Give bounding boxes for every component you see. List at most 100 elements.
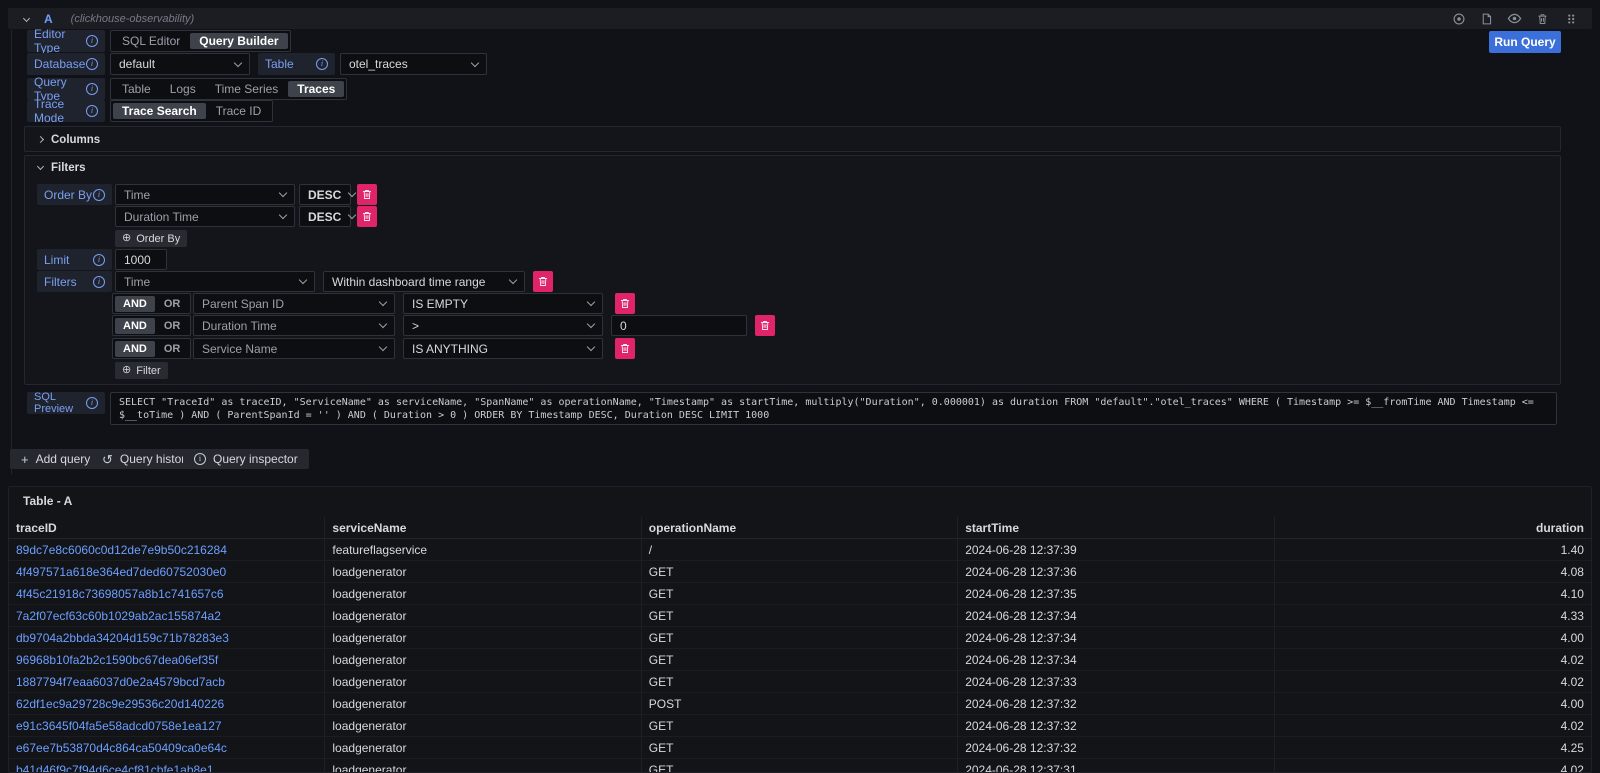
remove-filter-button[interactable]	[755, 315, 775, 336]
filter-field-select[interactable]: Time	[115, 271, 315, 292]
filter-value-input[interactable]: 0	[611, 315, 747, 336]
filter-field-select[interactable]: Parent Span ID	[193, 293, 395, 314]
operation-name-cell: GET	[642, 561, 958, 582]
operation-name-cell: GET	[642, 759, 958, 773]
table-panel: Table - A traceID serviceName operationN…	[8, 486, 1592, 773]
plus-circle-icon: ⊕	[122, 365, 131, 376]
filter-operator-select[interactable]: IS ANYTHING	[403, 338, 603, 359]
filter-field-select[interactable]: Service Name	[193, 338, 395, 359]
column-header-operationname[interactable]: operationName	[642, 517, 958, 538]
duration-cell: 4.00	[1275, 693, 1591, 714]
start-time-cell: 2024-06-28 12:37:36	[958, 561, 1274, 582]
order-by-field-select[interactable]: Time	[115, 184, 295, 205]
duration-cell: 1.40	[1275, 539, 1591, 560]
info-icon: i	[86, 83, 98, 95]
conjunction-or[interactable]: OR	[156, 296, 189, 312]
record-circle-icon[interactable]	[1451, 11, 1466, 26]
operation-name-cell: /	[642, 539, 958, 560]
start-time-cell: 2024-06-28 12:37:34	[958, 649, 1274, 670]
filter-field-select[interactable]: Duration Time	[193, 315, 395, 336]
limit-label: Limit i	[37, 249, 112, 270]
trace-id-link[interactable]: b41d46f9c7f94d6ce4cf81cbfe1ab8e1	[9, 759, 325, 773]
trace-id-link[interactable]: 62df1ec9a29728c9e29536c20d140226	[9, 693, 325, 714]
service-name-cell: loadgenerator	[325, 649, 641, 670]
conjunction-and[interactable]: AND	[115, 318, 155, 334]
trace-id-link[interactable]: e91c3645f04fa5e58adcd0758e1ea127	[9, 715, 325, 736]
remove-filter-button[interactable]	[533, 271, 553, 292]
query-type-time-series[interactable]: Time Series	[206, 81, 288, 97]
trace-id-link[interactable]: e67ee7b53870d4c864ca50409ca0e64c	[9, 737, 325, 758]
chevron-down-icon	[587, 320, 595, 328]
collapse-chevron-icon[interactable]	[23, 15, 30, 22]
filter-condition-select[interactable]: Within dashboard time range	[323, 271, 525, 292]
chevron-down-icon	[348, 211, 356, 219]
add-filter-button[interactable]: ⊕ Filter	[115, 362, 168, 379]
chevron-down-icon[interactable]	[37, 163, 44, 170]
table-row: e67ee7b53870d4c864ca50409ca0e64c loadgen…	[9, 737, 1591, 759]
trace-id-link[interactable]: 4f497571a618e364ed7ded60752030e0	[9, 561, 325, 582]
add-order-by-button[interactable]: ⊕ Order By	[115, 230, 187, 247]
table-select[interactable]: otel_traces	[340, 53, 487, 75]
order-by-direction-select[interactable]: DESC	[299, 206, 351, 227]
remove-order-by-button[interactable]	[357, 206, 377, 227]
database-select[interactable]: default	[110, 53, 250, 75]
info-icon: i	[194, 453, 206, 465]
table-row: 7a2f07ecf63c60b1029ab2ac155874a2 loadgen…	[9, 605, 1591, 627]
trace-mode-trace-id[interactable]: Trace ID	[207, 103, 271, 119]
start-time-cell: 2024-06-28 12:37:32	[958, 715, 1274, 736]
trash-icon[interactable]	[1535, 11, 1550, 26]
conjunction-or[interactable]: OR	[156, 341, 189, 357]
chevron-down-icon	[471, 58, 479, 66]
add-query-button[interactable]: + Add query	[10, 449, 101, 469]
chevron-down-icon	[234, 58, 242, 66]
trace-id-link[interactable]: 1887794f7eaa6037d0e2a4579bcd7acb	[9, 671, 325, 692]
remove-filter-button[interactable]	[615, 293, 635, 314]
trace-id-link[interactable]: 89dc7e8c6060c0d12de7e9b50c216284	[9, 539, 325, 560]
editor-type-sql-editor[interactable]: SQL Editor	[113, 33, 189, 49]
query-type-table[interactable]: Table	[113, 81, 160, 97]
query-inspector-button[interactable]: i Query inspector	[183, 449, 309, 469]
conjunction-and[interactable]: AND	[115, 341, 155, 357]
trace-id-link[interactable]: 96968b10fa2b2c1590bc67dea06ef35f	[9, 649, 325, 670]
filters-section-title[interactable]: Filters	[51, 162, 86, 174]
conjunction-or[interactable]: OR	[156, 318, 189, 334]
history-icon: ↺	[102, 453, 113, 466]
service-name-cell: loadgenerator	[325, 561, 641, 582]
run-query-button[interactable]: Run Query	[1489, 31, 1561, 53]
filter-operator-select[interactable]: IS EMPTY	[403, 293, 603, 314]
query-type-traces[interactable]: Traces	[288, 81, 344, 97]
column-header-servicename[interactable]: serviceName	[325, 517, 641, 538]
service-name-cell: loadgenerator	[325, 715, 641, 736]
eye-icon[interactable]	[1507, 11, 1522, 26]
limit-input[interactable]: 1000	[115, 249, 167, 270]
table-row: 4f497571a618e364ed7ded60752030e0 loadgen…	[9, 561, 1591, 583]
order-by-field-select[interactable]: Duration Time	[115, 206, 295, 227]
remove-order-by-button[interactable]	[357, 184, 377, 205]
duplicate-document-icon[interactable]	[1479, 11, 1494, 26]
service-name-cell: loadgenerator	[325, 605, 641, 626]
trace-id-link[interactable]: db9704a2bbda34204d159c71b78283e3	[9, 627, 325, 648]
remove-filter-button[interactable]	[615, 338, 635, 359]
drag-handle-icon[interactable]	[1563, 11, 1578, 26]
chevron-down-icon	[379, 343, 387, 351]
duration-cell: 4.08	[1275, 561, 1591, 582]
columns-section[interactable]: Columns	[24, 126, 1561, 152]
editor-type-query-builder[interactable]: Query Builder	[190, 33, 287, 49]
trace-id-link[interactable]: 4f45c21918c73698057a8b1c741657c6	[9, 583, 325, 604]
column-header-traceid[interactable]: traceID	[9, 517, 325, 538]
query-row-header[interactable]: A (clickhouse-observability)	[8, 8, 1592, 29]
order-by-direction-select[interactable]: DESC	[299, 184, 351, 205]
trace-mode-trace-search[interactable]: Trace Search	[113, 103, 206, 119]
column-header-starttime[interactable]: startTime	[958, 517, 1274, 538]
trace-id-link[interactable]: 7a2f07ecf63c60b1029ab2ac155874a2	[9, 605, 325, 626]
operation-name-cell: GET	[642, 649, 958, 670]
service-name-cell: loadgenerator	[325, 671, 641, 692]
column-header-duration[interactable]: duration	[1275, 517, 1591, 538]
chevron-down-icon	[299, 276, 307, 284]
query-type-logs[interactable]: Logs	[161, 81, 205, 97]
order-by-label: Order By i	[37, 184, 112, 205]
filter-operator-select[interactable]: >	[403, 315, 603, 336]
table-row-clipped: b41d46f9c7f94d6ce4cf81cbfe1ab8e1 loadgen…	[9, 759, 1591, 773]
conjunction-and[interactable]: AND	[115, 296, 155, 312]
panel-title[interactable]: Table - A	[23, 494, 72, 508]
